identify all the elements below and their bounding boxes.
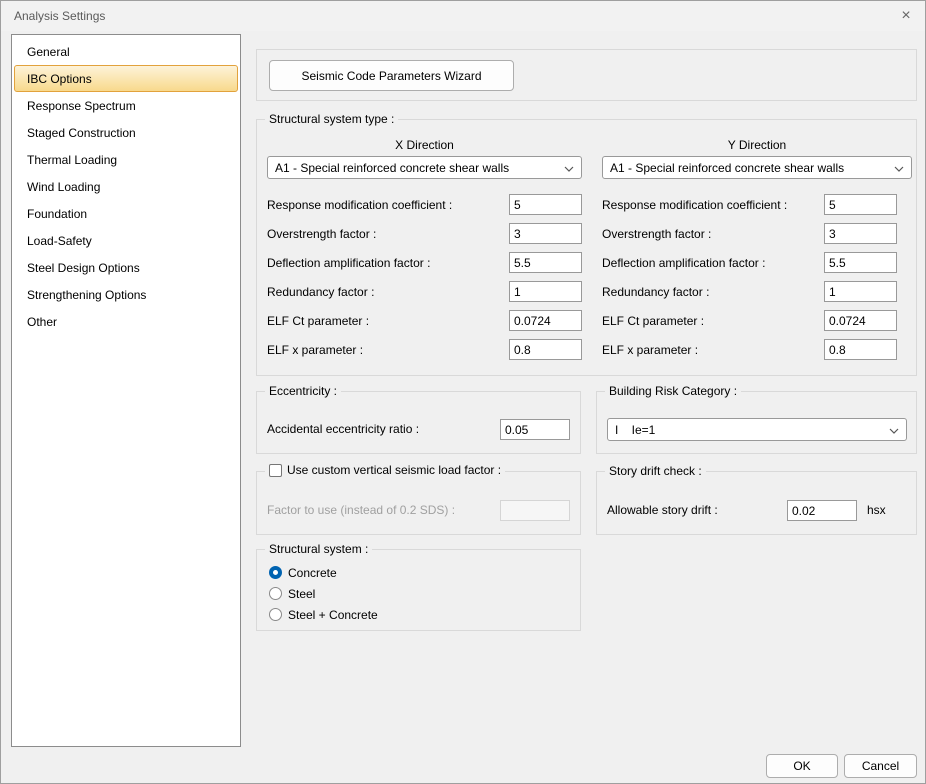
field-row: Redundancy factor : <box>602 281 897 302</box>
chevron-down-icon <box>889 423 899 437</box>
custom-vertical-seismic-caption: Use custom vertical seismic load factor … <box>265 463 505 477</box>
title-bar: Analysis Settings <box>1 1 925 31</box>
custom-vertical-seismic-checkbox-label: Use custom vertical seismic load factor … <box>287 463 501 477</box>
x-overstrength-factor-label: Overstrength factor : <box>267 227 376 241</box>
y-response-modification-label: Response modification coefficient : <box>602 198 787 212</box>
y-direction-structural-system-value: A1 - Special reinforced concrete shear w… <box>610 161 844 175</box>
x-direction-structural-system-select[interactable]: A1 - Special reinforced concrete shear w… <box>267 156 582 179</box>
sidebar-item-strengthening-options[interactable]: Strengthening Options <box>14 281 238 308</box>
custom-vertical-seismic-checkbox[interactable] <box>269 464 282 477</box>
story-drift-check-group-label: Story drift check : <box>605 464 706 478</box>
building-risk-category-value: I Ie=1 <box>615 423 655 437</box>
field-row: Response modification coefficient : <box>602 194 897 215</box>
sidebar-item-steel-design-options[interactable]: Steel Design Options <box>14 254 238 281</box>
y-deflection-amplification-label: Deflection amplification factor : <box>602 256 765 270</box>
y-response-modification-input[interactable] <box>824 194 897 215</box>
radio-concrete[interactable]: Concrete <box>269 562 337 583</box>
field-row: Overstrength factor : <box>602 223 897 244</box>
field-row: Deflection amplification factor : <box>602 252 897 273</box>
y-overstrength-factor-input[interactable] <box>824 223 897 244</box>
x-redundancy-factor-label: Redundancy factor : <box>267 285 374 299</box>
y-redundancy-factor-input[interactable] <box>824 281 897 302</box>
sidebar-item-load-safety[interactable]: Load-Safety <box>14 227 238 254</box>
y-elf-ct-parameter-label: ELF Ct parameter : <box>602 314 704 328</box>
sidebar-item-foundation[interactable]: Foundation <box>14 200 238 227</box>
sidebar-item-ibc-options[interactable]: IBC Options <box>14 65 238 92</box>
radio-steel-concrete-label: Steel + Concrete <box>288 608 378 622</box>
structural-system-type-group-label: Structural system type : <box>265 112 398 126</box>
sidebar-item-response-spectrum[interactable]: Response Spectrum <box>14 92 238 119</box>
field-row: Overstrength factor : <box>267 223 582 244</box>
factor-to-use-label: Factor to use (instead of 0.2 SDS) : <box>267 503 455 517</box>
sidebar-item-thermal-loading[interactable]: Thermal Loading <box>14 146 238 173</box>
radio-concrete-label: Concrete <box>288 566 337 580</box>
x-deflection-amplification-input[interactable] <box>509 252 582 273</box>
x-deflection-amplification-label: Deflection amplification factor : <box>267 256 430 270</box>
y-overstrength-factor-label: Overstrength factor : <box>602 227 711 241</box>
field-row: ELF Ct parameter : <box>602 310 897 331</box>
wizard-group: Seismic Code Parameters Wizard <box>256 49 917 101</box>
field-row: Redundancy factor : <box>267 281 582 302</box>
sidebar-item-other[interactable]: Other <box>14 308 238 335</box>
close-icon[interactable]: × <box>893 4 919 28</box>
ok-button[interactable]: OK <box>766 754 838 778</box>
y-elf-x-parameter-input[interactable] <box>824 339 897 360</box>
x-response-modification-input[interactable] <box>509 194 582 215</box>
radio-steel-concrete[interactable]: Steel + Concrete <box>269 604 378 625</box>
building-risk-category-group-label: Building Risk Category : <box>605 384 741 398</box>
building-risk-category-group: Building Risk Category : I Ie=1 <box>596 391 917 454</box>
allowable-story-drift-label: Allowable story drift : <box>607 503 718 517</box>
chevron-down-icon <box>894 161 904 175</box>
radio-icon <box>269 608 282 621</box>
x-redundancy-factor-input[interactable] <box>509 281 582 302</box>
eccentricity-group-label: Eccentricity : <box>265 384 341 398</box>
radio-steel[interactable]: Steel <box>269 583 315 604</box>
x-direction-structural-system-value: A1 - Special reinforced concrete shear w… <box>275 161 509 175</box>
x-direction-header: X Direction <box>267 138 582 152</box>
eccentricity-group: Eccentricity : Accidental eccentricity r… <box>256 391 581 454</box>
field-row: Deflection amplification factor : <box>267 252 582 273</box>
settings-category-list: General IBC Options Response Spectrum St… <box>11 34 241 747</box>
y-redundancy-factor-label: Redundancy factor : <box>602 285 709 299</box>
radio-icon <box>269 566 282 579</box>
x-elf-ct-parameter-label: ELF Ct parameter : <box>267 314 369 328</box>
y-direction-structural-system-select[interactable]: A1 - Special reinforced concrete shear w… <box>602 156 912 179</box>
structural-system-group: Structural system : Concrete Steel Steel… <box>256 549 581 631</box>
accidental-eccentricity-label: Accidental eccentricity ratio : <box>267 422 419 436</box>
sidebar-item-general[interactable]: General <box>14 38 238 65</box>
analysis-settings-dialog: Analysis Settings × General IBC Options … <box>0 0 926 784</box>
story-drift-unit-label: hsx <box>867 503 886 517</box>
y-deflection-amplification-input[interactable] <box>824 252 897 273</box>
x-elf-ct-parameter-input[interactable] <box>509 310 582 331</box>
accidental-eccentricity-input[interactable] <box>500 419 570 440</box>
x-overstrength-factor-input[interactable] <box>509 223 582 244</box>
field-row: Response modification coefficient : <box>267 194 582 215</box>
y-direction-header: Y Direction <box>602 138 912 152</box>
field-row: ELF x parameter : <box>267 339 582 360</box>
y-direction-fields: Response modification coefficient : Over… <box>602 194 912 368</box>
building-risk-category-select[interactable]: I Ie=1 <box>607 418 907 441</box>
window-title: Analysis Settings <box>14 9 105 23</box>
story-drift-check-group: Story drift check : Allowable story drif… <box>596 471 917 535</box>
seismic-code-parameters-wizard-button[interactable]: Seismic Code Parameters Wizard <box>269 60 514 91</box>
structural-system-group-label: Structural system : <box>265 542 372 556</box>
y-elf-x-parameter-label: ELF x parameter : <box>602 343 698 357</box>
field-row: ELF Ct parameter : <box>267 310 582 331</box>
structural-system-type-group: Structural system type : X Direction Y D… <box>256 119 917 376</box>
factor-to-use-input <box>500 500 570 521</box>
x-elf-x-parameter-input[interactable] <box>509 339 582 360</box>
chevron-down-icon <box>564 161 574 175</box>
y-elf-ct-parameter-input[interactable] <box>824 310 897 331</box>
field-row: ELF x parameter : <box>602 339 897 360</box>
x-response-modification-label: Response modification coefficient : <box>267 198 452 212</box>
cancel-button[interactable]: Cancel <box>844 754 917 778</box>
radio-steel-label: Steel <box>288 587 315 601</box>
radio-icon <box>269 587 282 600</box>
sidebar-item-wind-loading[interactable]: Wind Loading <box>14 173 238 200</box>
allowable-story-drift-input[interactable] <box>787 500 857 521</box>
custom-vertical-seismic-group: Use custom vertical seismic load factor … <box>256 471 581 535</box>
x-elf-x-parameter-label: ELF x parameter : <box>267 343 363 357</box>
x-direction-fields: Response modification coefficient : Over… <box>267 194 582 368</box>
sidebar-item-staged-construction[interactable]: Staged Construction <box>14 119 238 146</box>
